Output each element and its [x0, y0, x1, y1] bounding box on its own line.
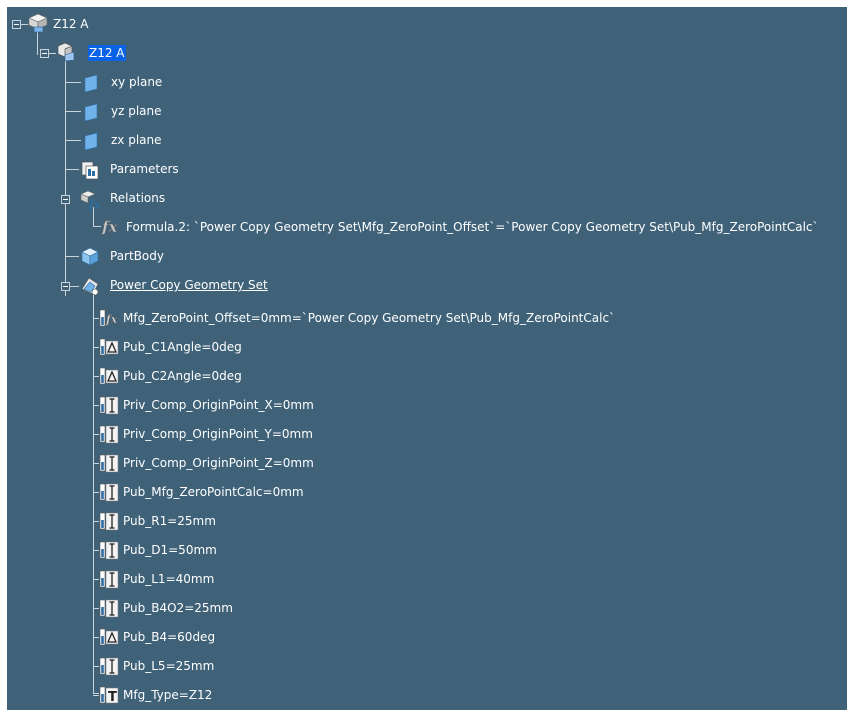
plane-icon	[81, 131, 103, 153]
geometry-set-icon	[79, 275, 101, 297]
tree-line-root	[37, 31, 38, 55]
length-parameter-icon	[98, 510, 120, 532]
formula-parameter-icon: fx	[98, 307, 120, 329]
formula-label[interactable]: Formula.2: `Power Copy Geometry Set\Mfg_…	[126, 219, 819, 235]
relations-icon: fx	[79, 188, 101, 210]
length-parameter-icon	[98, 423, 120, 445]
geoset-collapse-toggle[interactable]	[61, 282, 70, 291]
tree-line	[65, 256, 79, 257]
parameter-label[interactable]: Priv_Comp_OriginPoint_Z=0mm	[123, 455, 314, 471]
relations-collapse-toggle[interactable]	[61, 195, 70, 204]
svg-text:fx: fx	[88, 198, 101, 210]
plane-label[interactable]: zx plane	[111, 132, 162, 148]
angle-parameter-icon	[98, 336, 120, 358]
svg-text:fx: fx	[101, 218, 118, 236]
tree-line-geoset	[93, 293, 94, 693]
parameters-label[interactable]: Parameters	[110, 161, 179, 177]
parameter-label[interactable]: Mfg_ZeroPoint_Offset=0mm=`Power Copy Geo…	[123, 310, 615, 326]
plane-label[interactable]: yz plane	[111, 103, 162, 119]
tree-line	[65, 82, 81, 83]
specification-tree[interactable]: Z12 A Z12 A xy plane yz plane zx plane P…	[7, 7, 847, 710]
string-parameter-icon: T	[98, 684, 120, 706]
tree-line	[65, 169, 79, 170]
parameters-icon	[79, 159, 101, 181]
parameter-label[interactable]: Priv_Comp_OriginPoint_X=0mm	[123, 397, 314, 413]
angle-parameter-icon	[98, 626, 120, 648]
parameter-label[interactable]: Pub_Mfg_ZeroPointCalc=0mm	[123, 484, 304, 500]
relations-label[interactable]: Relations	[110, 190, 165, 206]
tree-line	[93, 226, 101, 227]
tree-line	[65, 140, 81, 141]
geometry-set-label[interactable]: Power Copy Geometry Set	[110, 277, 268, 293]
tree-line	[70, 286, 79, 287]
parameter-label[interactable]: Pub_C1Angle=0deg	[123, 339, 242, 355]
parameter-label[interactable]: Pub_C2Angle=0deg	[123, 368, 242, 384]
parameter-label[interactable]: Pub_B4O2=25mm	[123, 600, 233, 616]
parameter-label[interactable]: Mfg_Type=Z12	[123, 687, 212, 703]
partbody-label[interactable]: PartBody	[110, 248, 164, 264]
plane-label[interactable]: xy plane	[111, 74, 162, 90]
part-label[interactable]: Z12 A	[88, 45, 126, 61]
root-collapse-toggle[interactable]	[12, 20, 21, 29]
partbody-icon	[79, 246, 101, 268]
length-parameter-icon	[98, 655, 120, 677]
parameter-label[interactable]: Pub_B4=60deg	[123, 629, 215, 645]
part-icon	[55, 41, 77, 63]
length-parameter-icon	[98, 481, 120, 503]
length-parameter-icon	[98, 568, 120, 590]
angle-parameter-icon	[98, 365, 120, 387]
svg-text:T: T	[108, 690, 117, 705]
part-collapse-toggle[interactable]	[40, 49, 49, 58]
parameter-label[interactable]: Pub_L1=40mm	[123, 571, 214, 587]
plane-icon	[81, 102, 103, 124]
parameter-label[interactable]: Pub_D1=50mm	[123, 542, 217, 558]
length-parameter-icon	[98, 539, 120, 561]
svg-text:fx: fx	[105, 313, 118, 326]
parameter-label[interactable]: Priv_Comp_OriginPoint_Y=0mm	[123, 426, 313, 442]
formula-icon: fx	[101, 215, 123, 237]
tree-line-part	[65, 59, 66, 296]
length-parameter-icon	[98, 452, 120, 474]
tree-line	[65, 111, 81, 112]
product-icon	[27, 12, 49, 34]
length-parameter-icon	[98, 394, 120, 416]
parameter-label[interactable]: Pub_L5=25mm	[123, 658, 214, 674]
root-product-label[interactable]: Z12 A	[53, 16, 89, 32]
length-parameter-icon	[98, 597, 120, 619]
plane-icon	[81, 73, 103, 95]
parameter-label[interactable]: Pub_R1=25mm	[123, 513, 216, 529]
